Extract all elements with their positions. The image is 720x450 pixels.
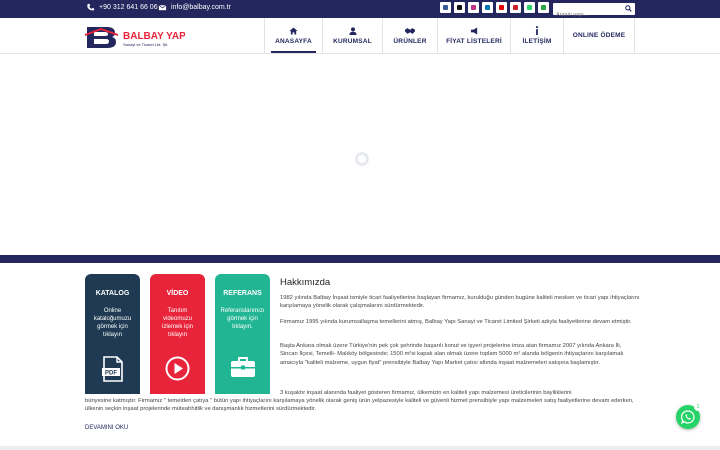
play-icon [165, 356, 190, 381]
card-description: Tanıtım videomuzu izlemek için tıklayın [161, 308, 193, 338]
about-paragraph: Firmamız 1995 yılında kurumsallaşma teme… [280, 319, 632, 325]
mail-icon [158, 4, 167, 11]
linkedin-icon-mark [485, 5, 490, 10]
card-description: Referanslarımızı görmek için tıklayın. [220, 308, 265, 330]
nav-kurumsal[interactable]: KURUMSAL [322, 18, 382, 53]
rss-icon-mark [541, 5, 546, 10]
nav-label: KURUMSAL [333, 37, 372, 45]
card-description: Online kataloğumuzu görmek için tıklayın [93, 308, 132, 338]
whatsapp-icon[interactable] [524, 2, 535, 13]
section-divider [0, 255, 720, 263]
instagram-icon[interactable] [468, 2, 479, 13]
loading-spinner [355, 152, 369, 166]
nav-urunler[interactable]: ÜRÜNLER [382, 18, 437, 53]
read-more-link[interactable]: DEVAMINI OKU [85, 425, 128, 431]
nav-online-odeme[interactable]: ONLINE ÖDEME [563, 18, 635, 53]
pinterest-icon[interactable] [510, 2, 521, 13]
whatsapp-chat-button[interactable]: 1 [676, 403, 702, 429]
social-links [440, 2, 549, 13]
pinterest-icon-mark [513, 5, 518, 10]
svg-text:PDF: PDF [105, 371, 117, 377]
top-bar: +90 312 641 66 06 info@balbay.com.tr [0, 0, 720, 21]
facebook-icon[interactable] [440, 2, 451, 13]
about-heading: Hakkımızda [280, 277, 331, 288]
youtube-icon-mark [499, 5, 504, 10]
handshake-icon [405, 27, 415, 34]
svg-text:Sanayi ve Ticaret Ltd. Şti.: Sanayi ve Ticaret Ltd. Şti. [123, 42, 168, 47]
nav-label: ÜRÜNLER [393, 37, 427, 45]
whatsapp-icon-mark [527, 5, 532, 10]
search-icon[interactable] [625, 5, 632, 12]
briefcase-icon [231, 357, 255, 377]
nav-fiyat-listeleri[interactable]: FİYAT LİSTELERİ [437, 18, 510, 53]
notification-badge: 1 [694, 403, 702, 411]
nav-anasayfa[interactable]: ANASAYFA [264, 18, 322, 53]
instagram-icon-mark [471, 5, 476, 10]
youtube-icon[interactable] [496, 2, 507, 13]
nav-label: İLETİŞİM [522, 38, 552, 45]
about-paragraph: 1982 yılında Balbay İnşaat ismiyle ticar… [280, 295, 640, 310]
info-icon [535, 26, 539, 35]
main-header: BALBAY YAPI Sanayi ve Ticaret Ltd. Şti. … [0, 18, 720, 54]
rss-icon[interactable] [538, 2, 549, 13]
email-contact[interactable]: info@balbay.com.tr [158, 3, 231, 12]
phone-icon [87, 3, 95, 11]
linkedin-icon[interactable] [482, 2, 493, 13]
megaphone-icon [470, 26, 477, 35]
home-icon [289, 26, 298, 35]
phone-number: +90 312 641 66 06 [99, 4, 158, 11]
user-icon [348, 26, 357, 35]
active-indicator [271, 51, 316, 53]
facebook-icon-mark [443, 5, 448, 10]
about-paragraph: Başta Ankara olmak üzere Türkiye'nin pek… [280, 343, 624, 366]
svg-text:BALBAY YAPI: BALBAY YAPI [123, 31, 185, 42]
card-title: KATALOG [95, 290, 130, 297]
balbay-logo: BALBAY YAPI Sanayi ve Ticaret Ltd. Şti. [85, 27, 189, 48]
x-icon[interactable] [454, 2, 465, 13]
nav-label: ONLINE ÖDEME [572, 32, 626, 39]
nav-label: FİYAT LİSTELERİ [446, 37, 502, 45]
nav-label: ANASAYFA [275, 37, 312, 45]
pdf-icon: PDF [102, 356, 123, 382]
referans-card[interactable]: REFERANS Referanslarımızı görmek için tı… [215, 274, 270, 394]
phone-contact[interactable]: +90 312 641 66 06 [86, 3, 158, 12]
katalog-card[interactable]: KATALOG Online kataloğumuzu görmek için … [85, 274, 140, 394]
logo[interactable]: BALBAY YAPI Sanayi ve Ticaret Ltd. Şti. [85, 24, 189, 55]
whatsapp-icon [681, 410, 695, 424]
email-address: info@balbay.com.tr [171, 4, 231, 11]
card-title: REFERANS [223, 290, 262, 297]
nav-iletisim[interactable]: İLETİŞİM [510, 18, 563, 53]
search-box [553, 3, 635, 21]
x-icon-mark [457, 5, 462, 10]
about-section: Hakkımızda [280, 277, 640, 288]
card-title: VİDEO [166, 290, 189, 297]
about-paragraph: bünyesine katmıştır. Firmamız " temelden… [85, 398, 634, 413]
video-card[interactable]: VİDEO Tanıtım videomuzu izlemek için tık… [150, 274, 205, 394]
footer-edge [0, 446, 720, 450]
